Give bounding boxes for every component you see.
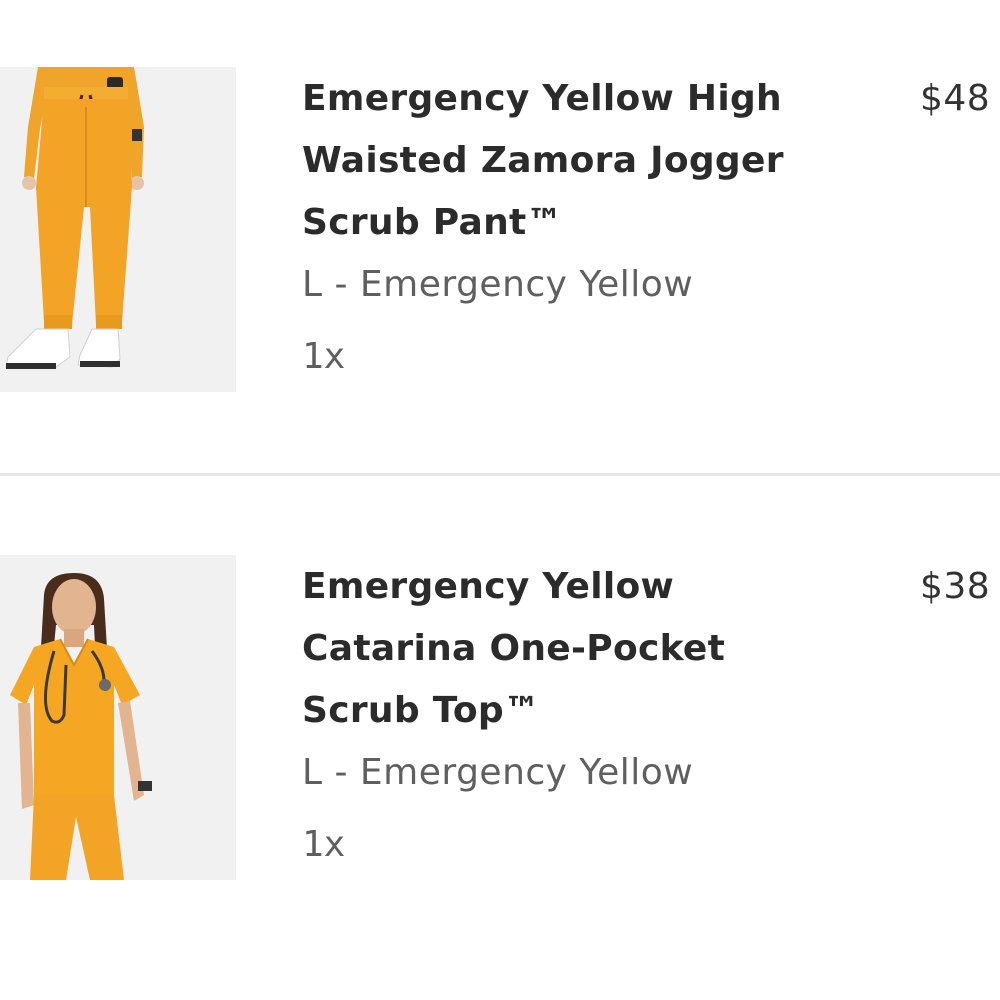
product-price: $38 [920, 566, 991, 607]
product-image-jogger-pant[interactable] [0, 67, 236, 392]
product-variant: L - Emergency Yellow [302, 264, 694, 305]
product-image-scrub-top[interactable] [0, 555, 236, 880]
product-name-line: Emergency Yellow [302, 566, 675, 607]
product-name-line: Catarina One-Pocket [302, 628, 726, 669]
product-name-line: Scrub Top™ [302, 690, 541, 731]
product-name-line: Scrub Pant™ [302, 202, 563, 243]
product-name[interactable]: Emergency Yellow Catarina One-Pocket Scr… [302, 556, 862, 742]
product-name-line: Waisted Zamora Jogger [302, 140, 784, 181]
product-quantity: 1x [302, 336, 346, 377]
product-quantity: 1x [302, 824, 346, 865]
cart-item: Emergency Yellow Catarina One-Pocket Scr… [0, 476, 1000, 1000]
product-name[interactable]: Emergency Yellow High Waisted Zamora Jog… [302, 68, 862, 254]
cart-item: Emergency Yellow High Waisted Zamora Jog… [0, 0, 1000, 474]
product-price: $48 [920, 78, 991, 119]
product-name-line: Emergency Yellow High [302, 78, 782, 119]
product-variant: L - Emergency Yellow [302, 752, 694, 793]
